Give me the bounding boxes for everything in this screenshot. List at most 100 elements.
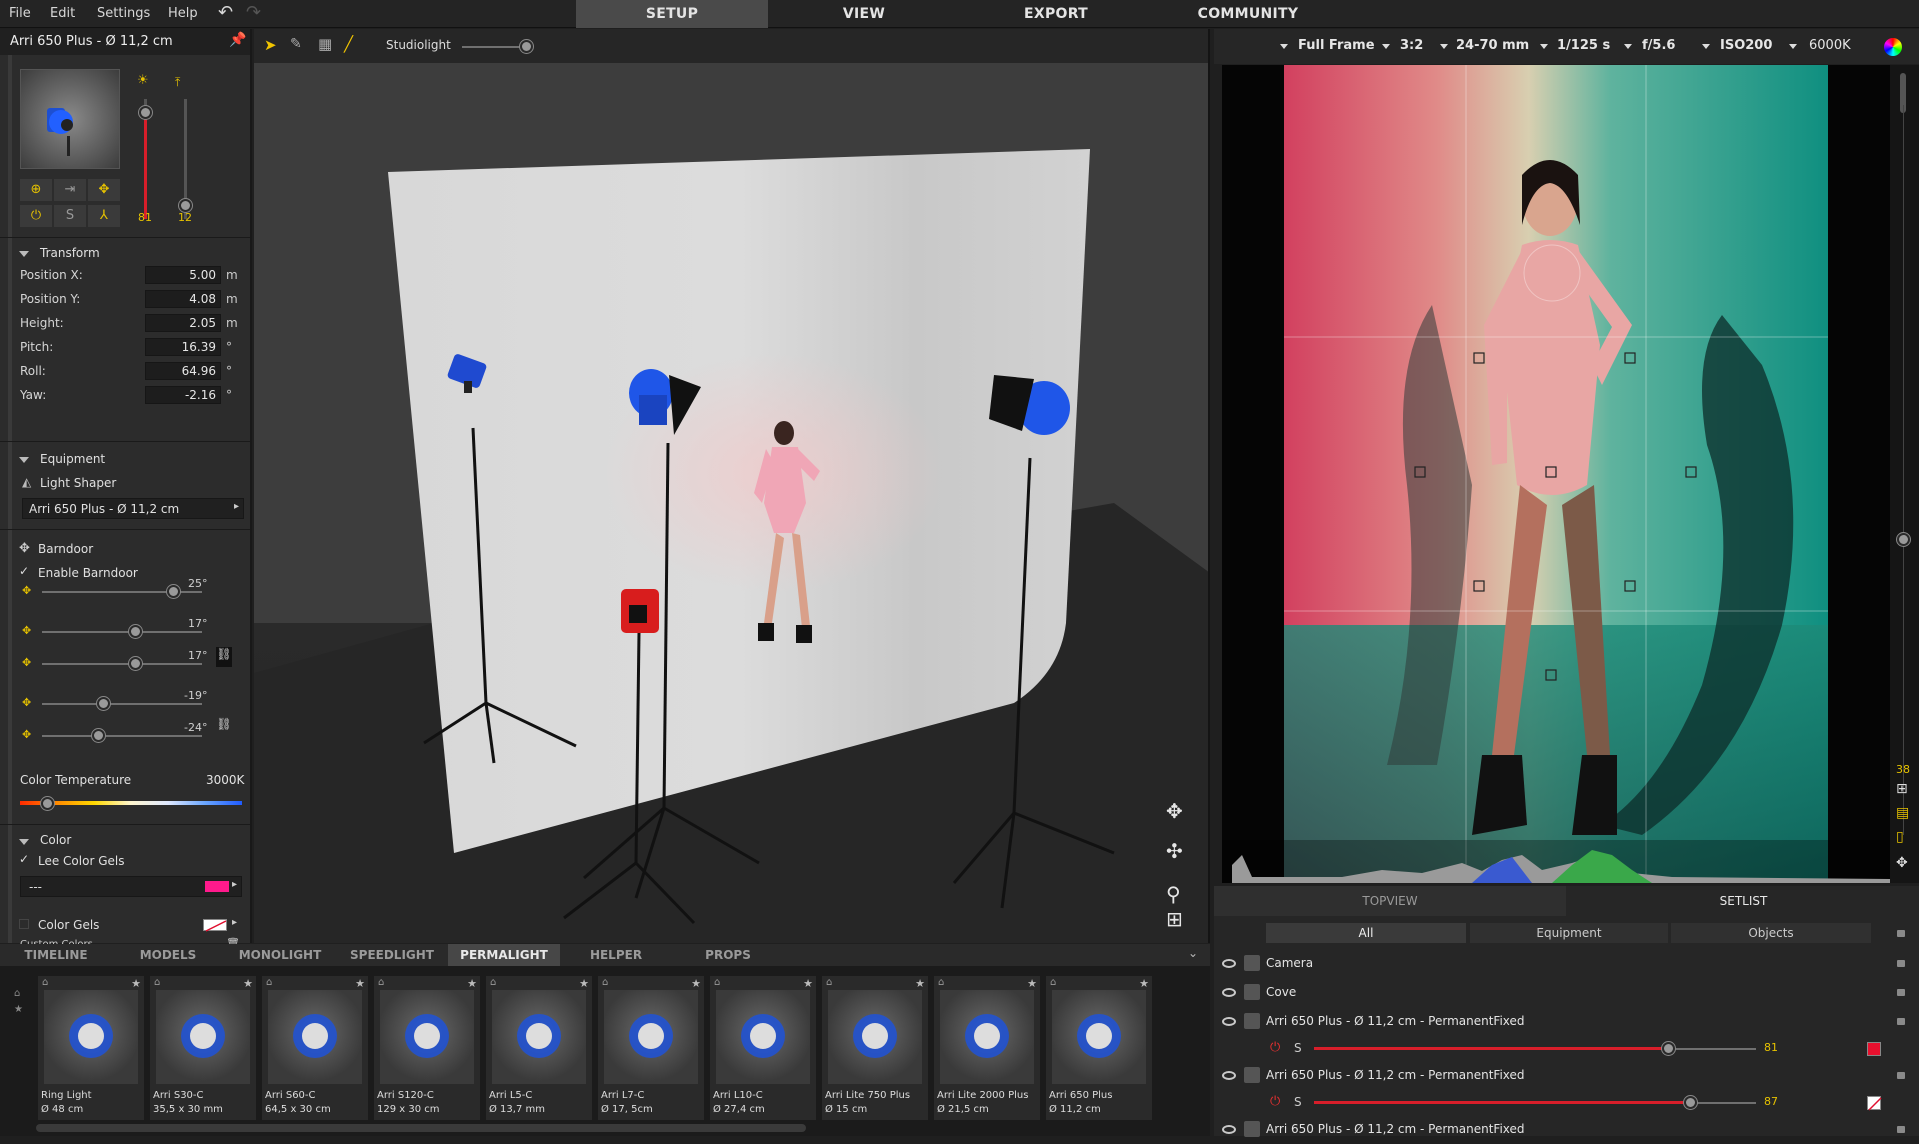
frame-icon[interactable]: ▯	[1896, 829, 1904, 845]
library-card[interactable]: ⌂ ★ Arri Lite 750 Plus Ø 15 cm	[822, 976, 928, 1120]
field-input[interactable]: 16.39	[145, 338, 221, 356]
move-icon[interactable]: ⇥	[54, 179, 86, 201]
barndoor-header[interactable]: Barndoor	[38, 542, 93, 556]
tab-view[interactable]: VIEW	[768, 0, 960, 28]
target-icon[interactable]: ⊕	[20, 179, 52, 201]
star-icon[interactable]: ★	[243, 977, 253, 990]
library-card[interactable]: ⌂ ★ Ring Light Ø 48 cm	[38, 976, 144, 1120]
checkmark-icon[interactable]: ✓	[19, 852, 29, 866]
library-card[interactable]: ⌂ ★ Arri L10-C Ø 27,4 cm	[710, 976, 816, 1120]
star-icon[interactable]: ★	[1027, 977, 1037, 990]
library-card[interactable]: ⌂ ★ Arri Lite 2000 Plus Ø 21,5 cm	[934, 976, 1040, 1120]
shutter-select[interactable]: 1/125 s	[1557, 38, 1610, 53]
grid-icon[interactable]: ▦	[318, 35, 332, 53]
barndoor-slider[interactable]	[42, 663, 202, 665]
lock-icon[interactable]	[1897, 1072, 1905, 1079]
color-gels-swatch[interactable]	[203, 919, 227, 932]
barndoor-slider[interactable]	[42, 703, 202, 705]
color-temperature-knob[interactable]	[40, 797, 54, 810]
focus-icon[interactable]: ✥	[1896, 855, 1908, 871]
power-icon[interactable]: ⏻	[1270, 1094, 1280, 1109]
tab-setup[interactable]: SETUP	[576, 0, 768, 28]
library-tab-helper[interactable]: HELPER	[560, 944, 672, 966]
aperture-select[interactable]: f/5.6	[1642, 38, 1675, 53]
field-input[interactable]: -2.16	[145, 386, 221, 404]
solo-label[interactable]: S	[1294, 1095, 1302, 1109]
menu-help[interactable]: Help	[168, 6, 198, 21]
tab-setlist[interactable]: SETLIST	[1568, 886, 1919, 916]
home-icon[interactable]: ⌂	[826, 977, 832, 988]
library-scrollbar[interactable]	[36, 1124, 806, 1132]
solo-label[interactable]: S	[1294, 1041, 1302, 1055]
library-tab-monolight[interactable]: MONOLIGHT	[224, 944, 336, 966]
setlist-row[interactable]: Arri 650 Plus - Ø 11,2 cm - PermanentFix…	[1214, 1116, 1919, 1144]
3d-viewport[interactable]: ➤ ✎ ▦ ╱ Studiolight ✥ ✣ ⚲ ⊞	[254, 29, 1210, 943]
lee-color-gels-label[interactable]: Lee Color Gels	[38, 854, 124, 868]
transform-header[interactable]: Transform	[40, 246, 100, 260]
color-wheel-icon[interactable]	[1884, 38, 1902, 56]
link-icon[interactable]: ⛓	[216, 647, 232, 667]
power-icon[interactable]: ⏻	[1270, 1040, 1280, 1055]
menu-edit[interactable]: Edit	[50, 6, 75, 21]
setlist-row[interactable]: Cove	[1214, 979, 1919, 1007]
star-icon[interactable]: ★	[131, 977, 141, 990]
setlist-row[interactable]: Arri 650 Plus - Ø 11,2 cm - PermanentFix…	[1214, 1062, 1919, 1090]
barndoor-knob[interactable]	[96, 697, 110, 710]
barndoor-knob[interactable]	[92, 729, 105, 742]
color-gels-label[interactable]: Color Gels	[38, 918, 99, 932]
menu-settings[interactable]: Settings	[97, 6, 150, 21]
light-red[interactable]	[621, 589, 659, 633]
library-tab-models[interactable]: MODELS	[112, 944, 224, 966]
library-tab-timeline[interactable]: TIMELINE	[0, 944, 112, 966]
barndoor-knob[interactable]	[167, 585, 181, 598]
barndoor-knob[interactable]	[128, 657, 142, 670]
library-card[interactable]: ⌂ ★ Arri S30-C 35,5 x 30 mm	[150, 976, 256, 1120]
library-card[interactable]: ⌂ ★ Arri S120-C 129 x 30 cm	[374, 976, 480, 1120]
lens-select[interactable]: 24-70 mm	[1456, 38, 1529, 53]
lock-icon[interactable]	[1897, 1018, 1905, 1025]
enable-barndoor-label[interactable]: Enable Barndoor	[38, 566, 138, 580]
star-icon[interactable]: ★	[579, 977, 589, 990]
ratio-select[interactable]: 3:2	[1400, 38, 1423, 53]
field-input[interactable]: 4.08	[145, 290, 221, 308]
select-cursor-icon[interactable]: ➤	[264, 36, 277, 54]
lock-icon[interactable]	[1897, 989, 1905, 996]
zoom-icon[interactable]: ⚲	[1166, 882, 1181, 906]
filter-all[interactable]: All	[1266, 923, 1466, 943]
collapse-icon[interactable]	[19, 457, 29, 463]
library-tab-permalight[interactable]: PERMALIGHT	[448, 944, 560, 966]
library-card[interactable]: ⌂ ★ Arri 650 Plus Ø 11,2 cm	[1046, 976, 1152, 1120]
tab-topview[interactable]: TOPVIEW	[1214, 886, 1566, 916]
pan-icon[interactable]: ✣	[1166, 839, 1183, 863]
studiolight-slider[interactable]	[462, 46, 528, 48]
home-icon[interactable]: ⌂	[378, 977, 384, 988]
white-balance-select[interactable]: 6000K	[1809, 38, 1851, 53]
field-input[interactable]: 5.00	[145, 266, 221, 284]
tab-community[interactable]: COMMUNITY	[1152, 0, 1344, 28]
solo-icon[interactable]: S	[54, 205, 86, 227]
barndoor-slider[interactable]	[42, 735, 202, 737]
equipment-header[interactable]: Equipment	[40, 452, 105, 466]
studiolight-knob[interactable]	[520, 40, 533, 53]
favorite-icon[interactable]: ★	[14, 1004, 23, 1015]
home-icon[interactable]: ⌂	[490, 977, 496, 988]
library-card[interactable]: ⌂ ★ Arri L7-C Ø 17, 5cm	[598, 976, 704, 1120]
gel-swatch[interactable]	[1867, 1042, 1881, 1056]
histogram-icon[interactable]: ▤	[1896, 805, 1909, 821]
library-card[interactable]: ⌂ ★ Arri S60-C 64,5 x 30 cm	[262, 976, 368, 1120]
collapse-icon[interactable]	[19, 839, 29, 845]
star-icon[interactable]: ★	[691, 977, 701, 990]
lock-icon[interactable]	[1897, 1126, 1905, 1133]
light-intensity-knob[interactable]	[1661, 1042, 1675, 1055]
power-icon[interactable]: ⏻	[20, 205, 52, 227]
gel-swatch[interactable]	[1867, 1096, 1882, 1111]
star-icon[interactable]: ★	[355, 977, 365, 990]
star-icon[interactable]: ★	[1139, 977, 1149, 990]
eye-icon[interactable]	[1222, 1125, 1236, 1134]
equipment-select[interactable]: Arri 650 Plus - Ø 11,2 cm ▸	[22, 498, 244, 519]
link-icon[interactable]: ⛓	[216, 717, 232, 737]
setlist-row[interactable]: Camera	[1214, 950, 1919, 978]
eye-icon[interactable]	[1222, 988, 1236, 997]
home-icon[interactable]: ⌂	[602, 977, 608, 988]
lee-gel-select[interactable]: --- ▸	[20, 876, 242, 897]
